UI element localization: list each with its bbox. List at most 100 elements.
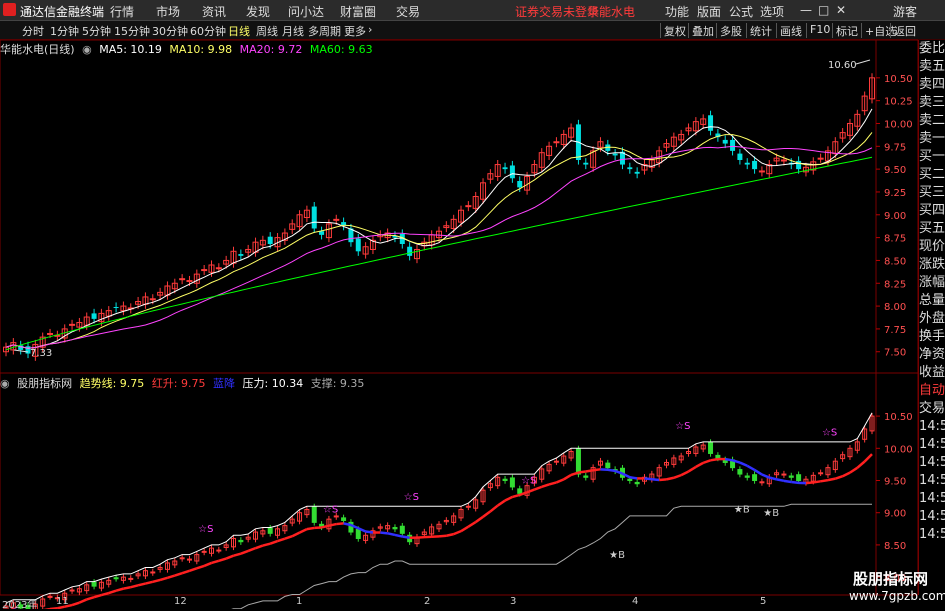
side-panel-item[interactable]: 买二 [919,166,945,184]
side-panel-item[interactable]: 14:56 [919,454,945,472]
date-tick-label: 3 [510,596,516,607]
ma20-value: MA20: 9.72 [240,43,303,56]
kline-chart[interactable]: 10.5010.2510.009.759.509.259.008.758.508… [0,0,918,609]
side-panel-item[interactable]: 卖四 [919,76,945,94]
candle-body [627,167,632,169]
blue-fall-label: 蓝降 [213,377,235,390]
sub-candle-body [510,478,514,487]
side-panel-item[interactable]: 买一 [919,148,945,166]
sub-candle-body [393,528,397,529]
sub-candle-body [709,443,713,454]
sub-candle-body [738,470,742,475]
trend-line-segment [857,462,864,468]
sub-tick-label: 9.50 [884,477,906,488]
trend-line-segment [813,481,820,482]
indicator-title: 股朋指标网 [17,377,72,390]
date-tick-label: 4 [632,596,638,607]
sub-candle-body [503,479,507,480]
trend-line-segment [167,576,174,578]
candle-body [114,307,119,308]
side-panel-item[interactable]: 委比 [919,40,945,58]
trend-line-segment [564,475,571,479]
settings-circle-icon[interactable]: ◉ [0,377,10,390]
trend-line-segment [439,536,446,537]
candle-body [268,237,273,244]
side-panel-item[interactable]: 外盘 [919,310,945,328]
candle-body [752,161,757,169]
side-panel-item[interactable]: 收益 [919,364,945,382]
sub-candle-body [92,582,96,586]
side-panel-item[interactable]: 14:56 [919,418,945,436]
trend-line-segment [791,482,798,483]
side-panel-item[interactable]: 涨跌 [919,256,945,274]
candle-body [48,333,53,334]
date-tick-label: 11 [56,596,69,607]
ma20-line [6,146,872,348]
sub-candle-body [745,476,749,477]
side-panel-item[interactable]: 现价 [919,238,945,256]
side-panel-item[interactable]: 涨幅 [919,274,945,292]
trend-line-segment [740,463,747,466]
side-panel-item[interactable]: 14:56 [919,508,945,526]
sub-candle-body [334,516,338,517]
side-panel-item[interactable]: 买四 [919,202,945,220]
trend-line-segment [145,582,152,584]
candle-body [737,154,742,160]
settings-circle-icon[interactable]: ◉ [82,43,92,56]
side-panel-item[interactable]: 卖二 [919,112,945,130]
trend-line-segment [586,470,593,471]
trend-line-segment [667,478,674,480]
sub-candle-body [584,476,588,477]
candle-body [216,268,221,269]
candle-body [92,313,97,318]
sub-tick-label: 8.50 [884,541,906,552]
side-panel-item[interactable]: 自动 [919,382,945,400]
candle-body [554,142,559,143]
trend-line-segment [204,563,211,566]
side-panel-item[interactable]: 卖五 [919,58,945,76]
sell-signal-marker: ☆S [404,492,419,503]
stock-title: 华能水电(日线) [0,43,75,56]
trend-line-segment [329,524,336,526]
side-panel-item[interactable]: 买五 [919,220,945,238]
trend-line-segment [865,454,872,461]
watermark-url: www.7gpzb.com [849,589,945,603]
sub-candle-body [635,482,639,483]
trend-line-segment [116,589,123,591]
trend-line-segment [762,475,769,478]
sub-tick-label: 10.00 [884,444,913,455]
side-panel-item[interactable]: 交易 [919,400,945,418]
side-panel-item[interactable]: 14:56 [919,436,945,454]
trend-line-segment [512,495,519,497]
sell-signal-marker: ☆S [198,524,213,535]
side-panel-item[interactable]: 卖一 [919,130,945,148]
quote-side-panel: 委比卖五卖四卖三卖二卖一买一买二买三买四买五现价涨跌涨幅总量外盘换手净资收益自动… [918,40,945,595]
trend-line-segment [747,466,754,470]
side-panel-item[interactable]: 总量 [919,292,945,310]
sub-candle-body [797,475,801,481]
side-panel-item[interactable]: 14:56 [919,526,945,544]
side-panel-item[interactable]: 14:56 [919,490,945,508]
high-price-annotation: 10.60 [828,60,857,71]
trend-line-segment [131,585,138,587]
trend-line-segment [270,541,277,544]
sub-candle-body [628,479,632,480]
price-tick-label: 8.75 [884,234,906,245]
price-tick-label: 9.00 [884,211,906,222]
sell-signal-marker: ☆S [323,505,338,516]
ma10-line [6,132,872,348]
side-panel-item[interactable]: 14:56 [919,472,945,490]
trend-line-segment [806,482,813,483]
trend-line-segment [835,476,842,478]
candle-body [613,154,618,156]
trend-line-segment [498,501,505,506]
support-line [6,504,872,609]
candle-body [466,206,471,207]
side-panel-item[interactable]: 买三 [919,184,945,202]
side-panel-item[interactable]: 卖三 [919,94,945,112]
side-panel-item[interactable]: 换手 [919,328,945,346]
side-panel-item[interactable]: 净资 [919,346,945,364]
trend-line-segment [821,480,828,481]
candle-body [723,140,728,144]
trend-line-segment [784,481,791,482]
